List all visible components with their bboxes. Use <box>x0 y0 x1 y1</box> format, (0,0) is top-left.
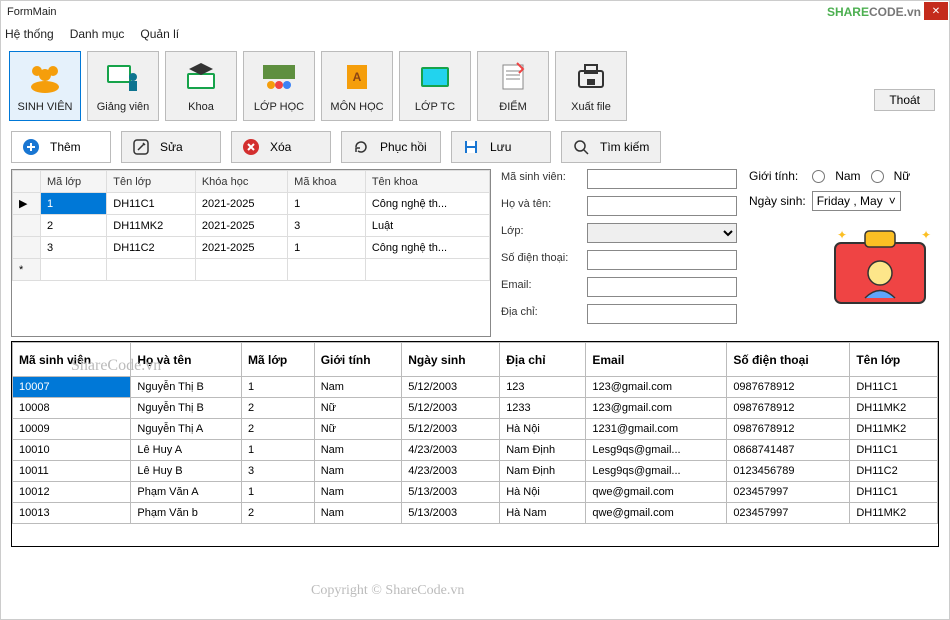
label-gioi-tinh: Giới tính: <box>749 169 798 183</box>
close-button[interactable]: ✕ <box>924 2 948 20</box>
action-tim-kiem[interactable]: Tìm kiếm <box>561 131 661 163</box>
chevron-down-icon: ˅ <box>889 194 896 208</box>
input-sdt[interactable] <box>587 250 737 270</box>
select-lop[interactable] <box>587 223 737 243</box>
table-row[interactable]: 10007Nguyễn Thị B1Nam5/12/2003123123@gma… <box>13 377 938 398</box>
label-nam: Nam <box>835 169 860 183</box>
action-them[interactable]: Thêm <box>11 131 111 163</box>
toolbar-label: Giảng viên <box>97 101 150 113</box>
window-title: FormMain <box>7 6 57 18</box>
table-row[interactable]: 10009Nguyễn Thị A2Nữ5/12/2003Hà Nội1231@… <box>13 419 938 440</box>
exit-button[interactable]: Thoát <box>874 89 935 111</box>
toolbar-label: MÔN HỌC <box>330 101 383 113</box>
toolbar-mon-hoc[interactable]: A MÔN HỌC <box>321 51 393 121</box>
label-ho-ten: Họ và tên: <box>501 196 581 216</box>
toolbar-lop-hoc[interactable]: LỚP HỌC <box>243 51 315 121</box>
toolbar-giang-vien[interactable]: Giảng viên <box>87 51 159 121</box>
sharecode-logo: SHARECODE.vn <box>827 3 921 19</box>
svg-text:✦: ✦ <box>921 228 931 242</box>
action-label: Phục hồi <box>380 140 427 154</box>
toolbar: SINH VIÊN Giảng viên Khoa LỚP HỌC A MÔN … <box>1 45 949 127</box>
label-ma-sv: Mã sinh viên: <box>501 169 581 189</box>
students-icon <box>25 59 65 95</box>
delete-icon <box>242 138 260 156</box>
label-dia-chi: Địa chỉ: <box>501 304 581 324</box>
date-value: Friday , May <box>817 194 883 208</box>
action-label: Tìm kiếm <box>600 140 649 154</box>
action-sua[interactable]: Sửa <box>121 131 221 163</box>
table-row[interactable]: 10010Lê Huy A1Nam4/23/2003Nam ĐịnhLesg9q… <box>13 440 938 461</box>
toolbar-label: Khoa <box>188 101 214 113</box>
watermark-2: Copyright © ShareCode.vn <box>311 583 464 599</box>
menubar: Hệ thống Danh mục Quản lí <box>1 23 949 45</box>
label-ngay-sinh: Ngày sinh: <box>749 194 806 208</box>
toolbar-khoa[interactable]: Khoa <box>165 51 237 121</box>
actionbar: Thêm Sửa Xóa Phục hồi Lưu Tìm kiếm <box>1 127 949 169</box>
input-email[interactable] <box>587 277 737 297</box>
id-card-image: ✦ ✦ <box>825 223 935 313</box>
teacher-icon <box>103 59 143 95</box>
export-icon <box>571 59 611 95</box>
radio-nam[interactable] <box>812 170 825 183</box>
input-dia-chi[interactable] <box>587 304 737 324</box>
action-label: Lưu <box>490 140 511 154</box>
watermark-1: ShareCode.vn <box>71 357 161 375</box>
radio-nu[interactable] <box>871 170 884 183</box>
label-email: Email: <box>501 277 581 297</box>
table-row[interactable]: 10012Phạm Văn A1Nam5/13/2003Hà Nộiqwe@gm… <box>13 482 938 503</box>
toolbar-lop-tc[interactable]: LỚP TC <box>399 51 471 121</box>
input-ho-ten[interactable] <box>587 196 737 216</box>
toolbar-sinh-vien[interactable]: SINH VIÊN <box>9 51 81 121</box>
toolbar-xuat-file[interactable]: Xuất file <box>555 51 627 121</box>
menu-he-thong[interactable]: Hệ thống <box>5 27 54 41</box>
menu-danh-muc[interactable]: Danh mục <box>70 27 125 41</box>
action-label: Sửa <box>160 140 183 154</box>
edit-icon <box>132 138 150 156</box>
table-row[interactable]: 10013Phạm Văn b2Nam5/13/2003Hà Namqwe@gm… <box>13 503 938 524</box>
action-xoa[interactable]: Xóa <box>231 131 331 163</box>
toolbar-label: Xuất file <box>571 101 611 113</box>
action-phuc-hoi[interactable]: Phục hồi <box>341 131 441 163</box>
input-ma-sv[interactable] <box>587 169 737 189</box>
score-icon <box>493 59 533 95</box>
label-lop: Lớp: <box>501 223 581 243</box>
toolbar-label: LỚP HỌC <box>254 101 304 113</box>
plus-icon <box>22 138 40 156</box>
datepicker[interactable]: Friday , May ˅ <box>812 191 901 211</box>
action-label: Thêm <box>50 140 81 154</box>
refresh-icon <box>352 138 370 156</box>
svg-text:✦: ✦ <box>837 228 847 242</box>
subject-icon: A <box>337 59 377 95</box>
faculty-icon <box>181 59 221 95</box>
save-icon <box>462 138 480 156</box>
action-label: Xóa <box>270 140 291 154</box>
form-panel: Mã sinh viên: Họ và tên: Lớp: Số điện th… <box>501 169 939 337</box>
class-icon <box>259 59 299 95</box>
toolbar-label: LỚP TC <box>415 101 455 113</box>
label-sdt: Số điện thoại: <box>501 250 581 270</box>
toolbar-diem[interactable]: ĐIỂM <box>477 51 549 121</box>
svg-text:A: A <box>353 70 362 84</box>
search-icon <box>572 138 590 156</box>
toolbar-label: ĐIỂM <box>499 101 527 113</box>
table-row[interactable]: 10008Nguyễn Thị B2Nữ5/12/20031233123@gma… <box>13 398 938 419</box>
action-luu[interactable]: Lưu <box>451 131 551 163</box>
menu-quan-li[interactable]: Quản lí <box>140 27 179 41</box>
credit-class-icon <box>415 59 455 95</box>
toolbar-label: SINH VIÊN <box>17 101 72 113</box>
label-nu: Nữ <box>894 169 911 183</box>
class-table[interactable]: Mã lớpTên lớpKhóa họcMã khoaTên khoa ▶1D… <box>11 169 491 337</box>
table-row[interactable]: 10011Lê Huy B3Nam4/23/2003Nam ĐịnhLesg9q… <box>13 461 938 482</box>
